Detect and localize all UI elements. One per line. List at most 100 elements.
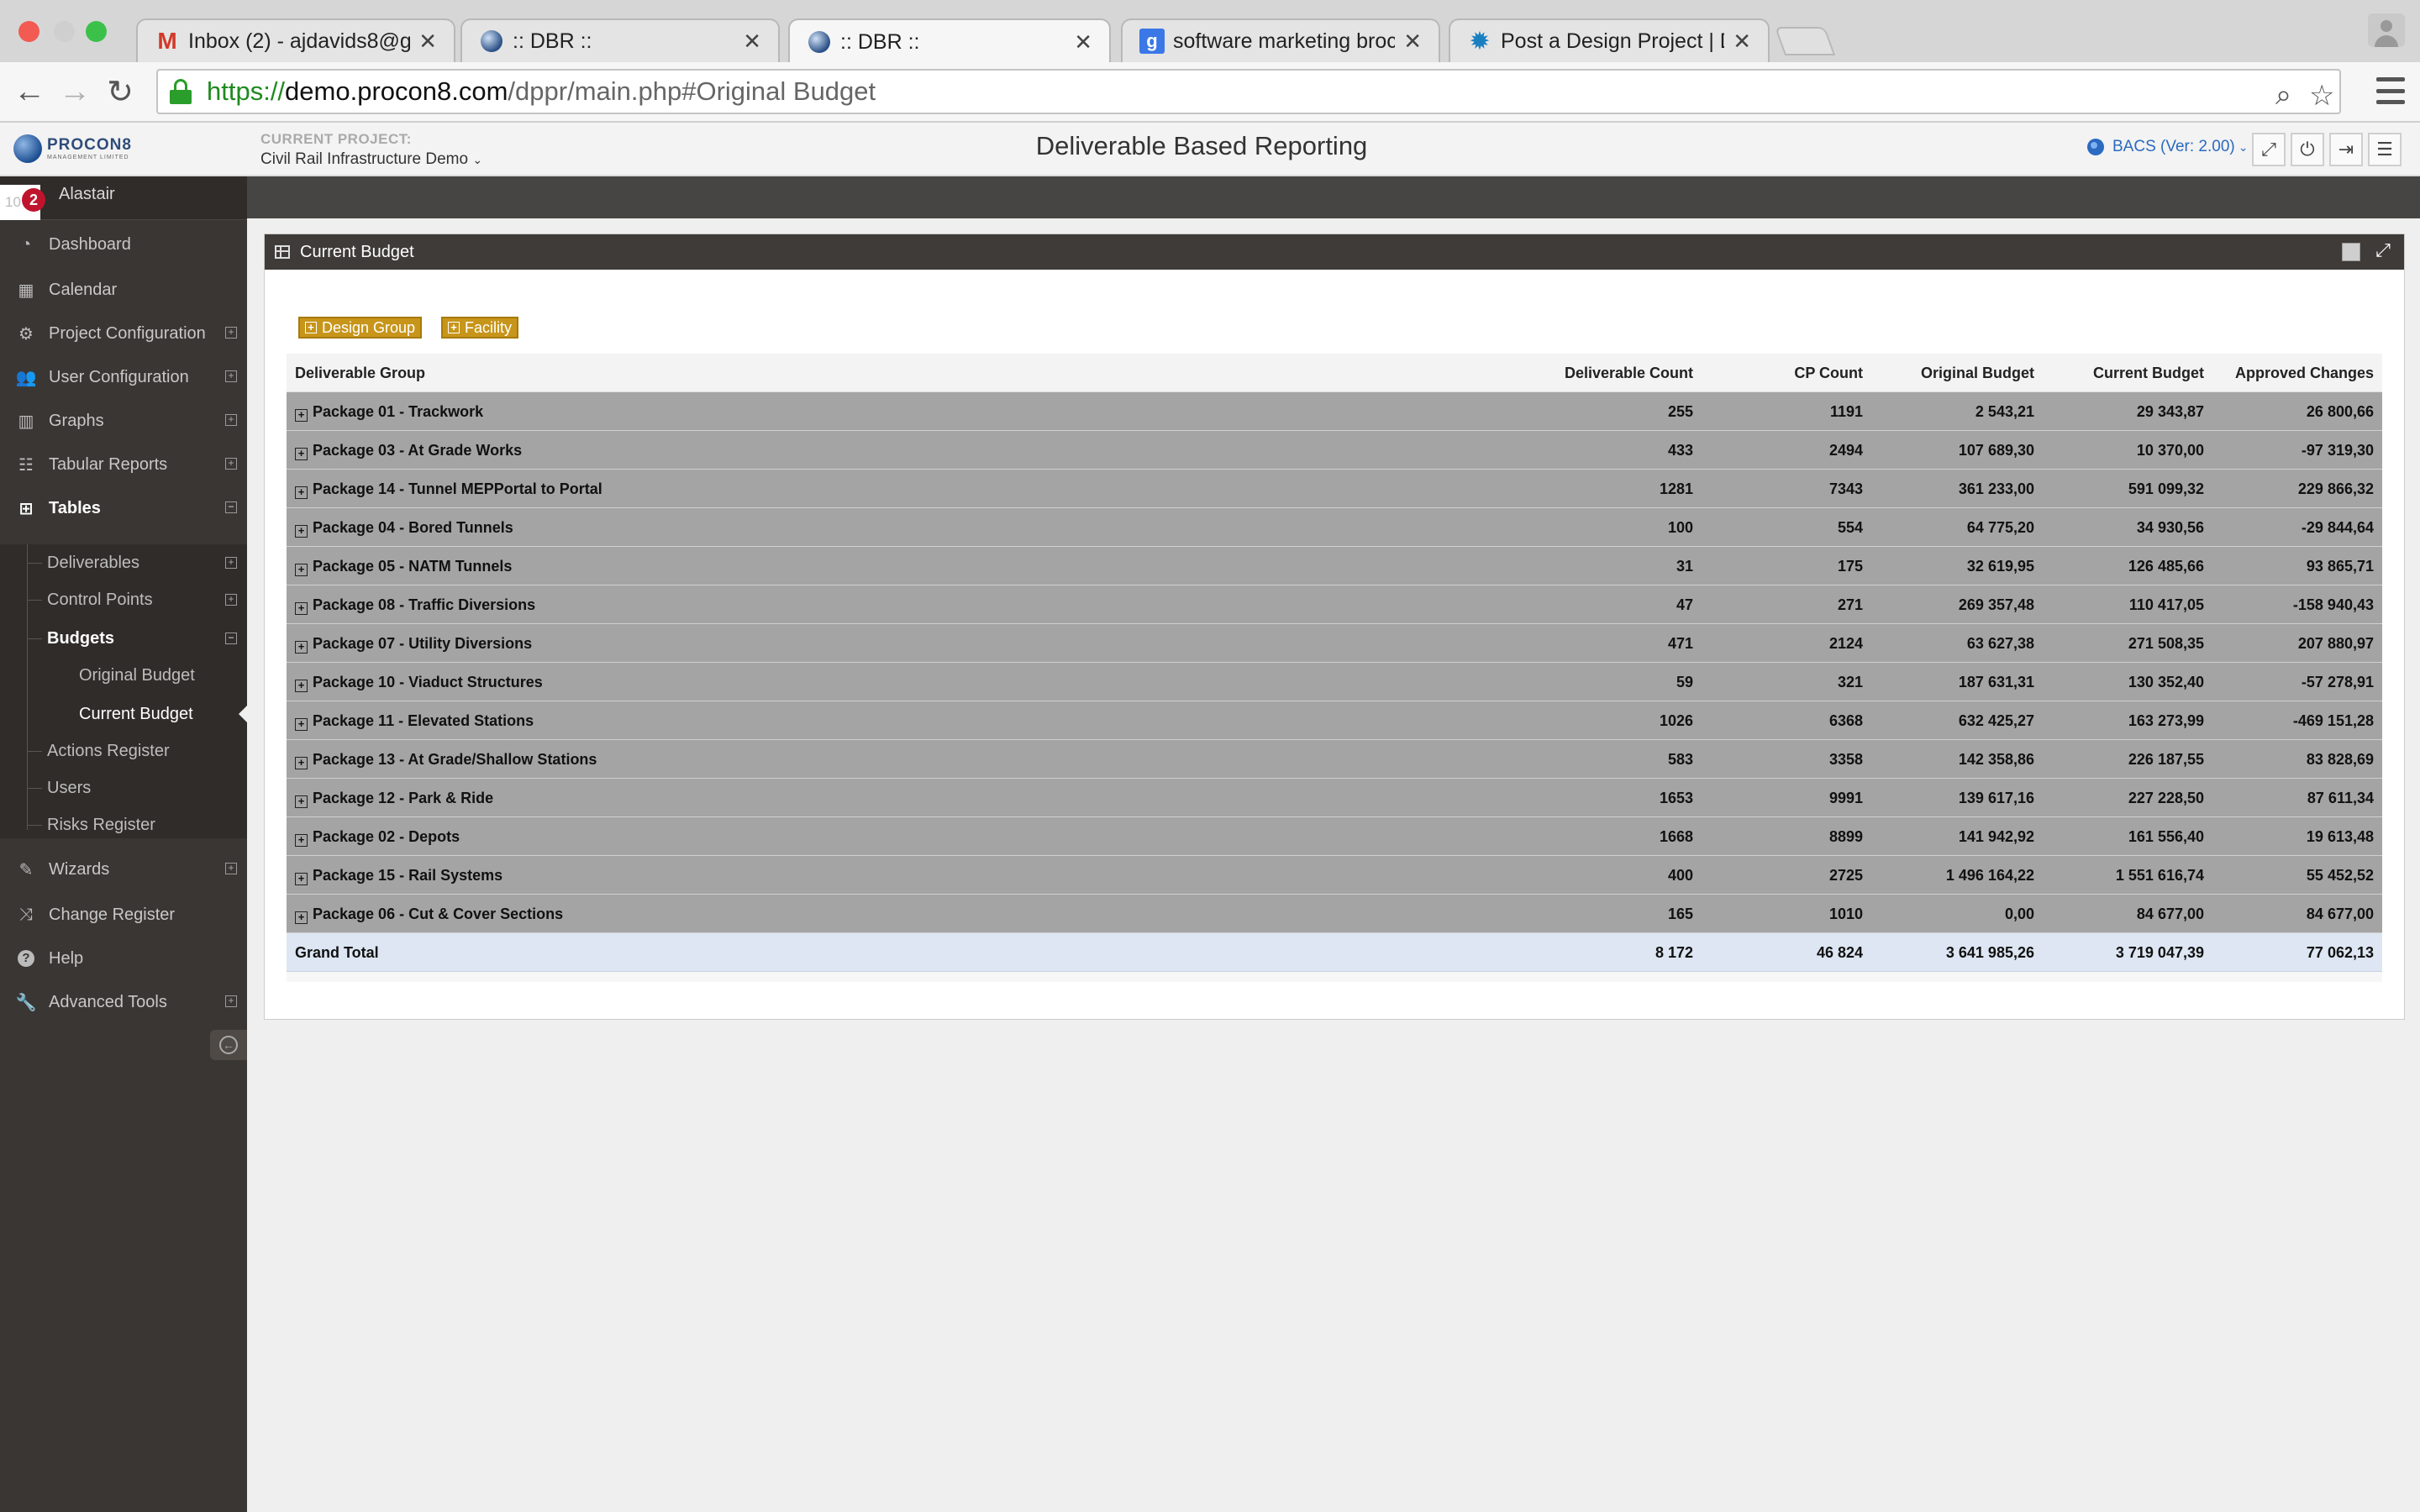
version-selector[interactable]: BACS (Ver: 2.00) ⌄ xyxy=(2087,138,2248,156)
fullscreen-button[interactable]: ⤢ xyxy=(2252,133,2286,166)
sidebar-item-risks-register[interactable]: Risks Register xyxy=(0,806,247,843)
sidebar-item-tables[interactable]: ⊞ Tables − xyxy=(0,487,247,529)
expand-row-plus-icon[interactable]: + xyxy=(295,409,308,422)
column-header[interactable]: Deliverable Group xyxy=(295,354,425,392)
table-row[interactable]: + Package 02 - Depots 1668 8899 141 942,92 16… xyxy=(287,817,2382,856)
table-row[interactable]: + Package 07 - Utility Diversions 471 2124 6… xyxy=(287,624,2382,663)
table-row[interactable]: + Package 11 - Elevated Stations 1026 6368 6… xyxy=(287,701,2382,740)
sidebar-item-control-points[interactable]: Control Points + xyxy=(0,581,247,618)
tab-close-icon[interactable]: ✕ xyxy=(1074,29,1092,55)
project-selector[interactable]: CURRENT PROJECT: Civil Rail Infrastructu… xyxy=(260,131,482,169)
forward-arrow-icon[interactable]: → xyxy=(54,71,96,113)
sidebar-item-budgets[interactable]: Budgets − xyxy=(0,620,247,657)
expand-row-plus-icon[interactable]: + xyxy=(295,757,308,769)
expand-row-plus-icon[interactable]: + xyxy=(295,911,308,924)
column-header[interactable]: Original Budget xyxy=(1921,354,2034,392)
expand-icon[interactable]: ⤢ xyxy=(2372,239,2394,263)
notification-badge[interactable]: 2 xyxy=(22,188,45,212)
power-button[interactable]: ⏻ xyxy=(2291,133,2324,166)
column-header[interactable]: CP Count xyxy=(1794,354,1863,392)
expand-plus-icon[interactable]: + xyxy=(225,863,237,874)
procon8-logo[interactable]: PROCON8 MANAGEMENT LIMITED xyxy=(13,134,132,163)
sidebar-item-current-budget[interactable]: Current Budget xyxy=(0,696,247,732)
window-minimize-button[interactable] xyxy=(54,21,75,42)
table-row[interactable]: + Package 08 - Traffic Diversions 47 271 269… xyxy=(287,585,2382,624)
address-bar[interactable]: https://demo.procon8.com/dppr/main.php#O… xyxy=(156,69,2341,114)
tab-close-icon[interactable]: ✕ xyxy=(1733,29,1751,55)
table-row[interactable]: + Package 10 - Viaduct Structures 59 321 187… xyxy=(287,663,2382,701)
sidebar-item-wizards[interactable]: ✎ Wizards + xyxy=(0,848,247,890)
column-header[interactable]: Current Budget xyxy=(2093,354,2204,392)
expand-row-plus-icon[interactable]: + xyxy=(295,486,308,499)
table-row[interactable]: + Package 05 - NATM Tunnels 31 175 32 619,95… xyxy=(287,547,2382,585)
expand-row-plus-icon[interactable]: + xyxy=(295,834,308,847)
tab-close-icon[interactable]: ✕ xyxy=(1403,29,1422,55)
tab-close-icon[interactable]: ✕ xyxy=(418,29,437,55)
table-row[interactable]: + Package 03 - At Grade Works 433 2494 107 6… xyxy=(287,431,2382,470)
browser-tab-gmail[interactable]: M Inbox (2) - ajdavids8@gma ✕ xyxy=(136,18,455,62)
sidebar-item-advanced-tools[interactable]: 🔧 Advanced Tools + xyxy=(0,981,247,1023)
new-tab-button[interactable] xyxy=(1774,27,1836,55)
user-bar[interactable]: 10 2 Alastair xyxy=(0,176,247,220)
design-group-button[interactable]: + Design Group xyxy=(298,317,423,339)
browser-tab-design[interactable]: ✹ Post a Design Project | De ✕ xyxy=(1449,18,1770,62)
table-row[interactable]: + Package 01 - Trackwork 255 1191 2 543,21 29… xyxy=(287,392,2382,431)
reload-icon[interactable]: ↻ xyxy=(99,71,141,113)
collapse-minus-icon[interactable]: − xyxy=(225,501,237,513)
sidebar-item-actions-register[interactable]: Actions Register xyxy=(0,732,247,769)
user-name[interactable]: Alastair xyxy=(59,185,115,204)
table-row[interactable]: + Package 14 - Tunnel MEPPortal to Portal… xyxy=(287,470,2382,508)
expand-plus-icon[interactable]: + xyxy=(225,458,237,470)
window-maximize-button[interactable] xyxy=(86,21,107,42)
collapse-minus-icon[interactable]: − xyxy=(225,633,237,644)
expand-plus-icon[interactable]: + xyxy=(225,327,237,339)
expand-plus-icon[interactable]: + xyxy=(225,995,237,1007)
expand-row-plus-icon[interactable]: + xyxy=(295,525,308,538)
profile-icon[interactable] xyxy=(2368,13,2405,47)
sidebar-item-project-configuration[interactable]: ⚙ Project Configuration + xyxy=(0,312,247,354)
sidebar-item-original-budget[interactable]: Original Budget xyxy=(0,657,247,694)
column-header[interactable]: Approved Changes xyxy=(2235,354,2374,392)
widget-color-toggle[interactable] xyxy=(2342,243,2360,261)
expand-row-plus-icon[interactable]: + xyxy=(295,448,308,460)
table-row[interactable]: + Package 12 - Park & Ride 1653 9991 139 617… xyxy=(287,779,2382,817)
sidebar-item-help[interactable]: ? Help xyxy=(0,937,247,979)
table-row[interactable]: + Package 06 - Cut & Cover Sections 165 101… xyxy=(287,895,2382,933)
expand-plus-icon[interactable]: + xyxy=(225,414,237,426)
expand-row-plus-icon[interactable]: + xyxy=(295,602,308,615)
expand-plus-icon[interactable]: + xyxy=(225,370,237,382)
browser-tab-dbr[interactable]: :: DBR :: ✕ xyxy=(460,18,780,62)
menu-button[interactable]: ☰ xyxy=(2368,133,2402,166)
sidebar-item-calendar[interactable]: ▦ Calendar xyxy=(0,269,247,311)
sidebar-collapse-button[interactable]: ← xyxy=(210,1030,247,1060)
expand-row-plus-icon[interactable]: + xyxy=(295,718,308,731)
expand-plus-icon[interactable]: + xyxy=(225,594,237,606)
search-icon[interactable]: ⌕ xyxy=(2275,79,2291,112)
sidebar-item-graphs[interactable]: ▥ Graphs + xyxy=(0,400,247,442)
project-name[interactable]: Civil Rail Infrastructure Demo ⌄ xyxy=(260,150,482,169)
window-close-button[interactable] xyxy=(18,21,39,42)
expand-row-plus-icon[interactable]: + xyxy=(295,795,308,808)
logout-button[interactable]: ⇥ xyxy=(2329,133,2363,166)
back-arrow-icon[interactable]: ← xyxy=(8,71,50,113)
sidebar-item-user-configuration[interactable]: 👥 User Configuration + xyxy=(0,356,247,398)
bookmark-star-icon[interactable]: ☆ xyxy=(2309,79,2334,113)
sidebar-item-tabular-reports[interactable]: ☷ Tabular Reports + xyxy=(0,444,247,486)
expand-row-plus-icon[interactable]: + xyxy=(295,873,308,885)
sidebar-item-dashboard[interactable]: ◔ Dashboard xyxy=(0,223,247,265)
table-row[interactable]: + Package 13 - At Grade/Shallow Stations 5… xyxy=(287,740,2382,779)
expand-row-plus-icon[interactable]: + xyxy=(295,641,308,654)
browser-menu-icon[interactable] xyxy=(2376,77,2405,104)
expand-row-plus-icon[interactable]: + xyxy=(295,564,308,576)
sidebar-item-users[interactable]: Users xyxy=(0,769,247,806)
browser-tab-dbr-active[interactable]: :: DBR :: ✕ xyxy=(788,18,1111,64)
sidebar-item-deliverables[interactable]: Deliverables + xyxy=(0,544,247,581)
table-row[interactable]: + Package 04 - Bored Tunnels 100 554 64 775,… xyxy=(287,508,2382,547)
facility-button[interactable]: + Facility xyxy=(441,317,519,339)
column-header[interactable]: Deliverable Count xyxy=(1565,354,1693,392)
browser-tab-google[interactable]: g software marketing brochu ✕ xyxy=(1121,18,1440,62)
tab-close-icon[interactable]: ✕ xyxy=(743,29,761,55)
expand-row-plus-icon[interactable]: + xyxy=(295,680,308,692)
sidebar-item-change-register[interactable]: ⤨ Change Register xyxy=(0,894,247,936)
expand-plus-icon[interactable]: + xyxy=(225,557,237,569)
